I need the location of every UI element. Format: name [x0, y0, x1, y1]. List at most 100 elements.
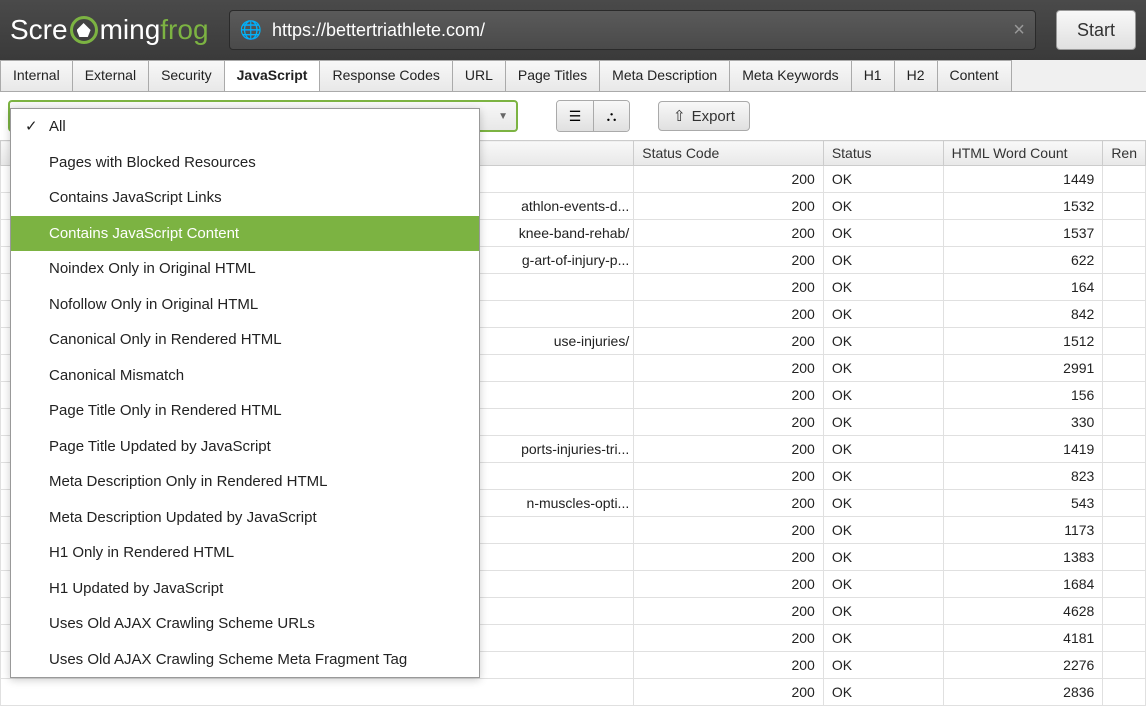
cell-status-code: 200: [634, 166, 824, 193]
filter-option[interactable]: H1 Only in Rendered HTML: [11, 535, 479, 571]
start-button[interactable]: Start: [1056, 10, 1136, 50]
tab-response-codes[interactable]: Response Codes: [319, 60, 452, 91]
list-view-button[interactable]: ☰: [557, 101, 593, 131]
url-bar[interactable]: 🌐 ×: [229, 10, 1036, 50]
cell-rendered: [1103, 247, 1146, 274]
filter-option[interactable]: Contains JavaScript Links: [11, 180, 479, 216]
cell-status: OK: [823, 382, 943, 409]
export-button[interactable]: ⇧ Export: [658, 101, 750, 131]
filter-option[interactable]: Contains JavaScript Content: [11, 216, 479, 252]
cell-status: OK: [823, 463, 943, 490]
cell-word-count: 330: [943, 409, 1103, 436]
cell-status: OK: [823, 544, 943, 571]
logo-frog-icon: [70, 16, 98, 44]
tab-url[interactable]: URL: [452, 60, 506, 91]
logo-text-a: Scre: [10, 14, 68, 46]
column-header[interactable]: HTML Word Count: [943, 141, 1103, 166]
tab-internal[interactable]: Internal: [0, 60, 73, 91]
cell-status-code: 200: [634, 490, 824, 517]
filter-option[interactable]: Page Title Updated by JavaScript: [11, 429, 479, 465]
filter-option[interactable]: Meta Description Only in Rendered HTML: [11, 464, 479, 500]
cell-rendered: [1103, 382, 1146, 409]
view-mode-group: ☰ ⛬: [556, 100, 630, 132]
cell-address: [1, 679, 634, 706]
filter-dropdown-menu: AllPages with Blocked ResourcesContains …: [10, 108, 480, 678]
logo-text-c: frog: [160, 14, 208, 46]
cell-status-code: 200: [634, 301, 824, 328]
cell-status-code: 200: [634, 355, 824, 382]
cell-status: OK: [823, 598, 943, 625]
cell-word-count: 1532: [943, 193, 1103, 220]
cell-status-code: 200: [634, 328, 824, 355]
tab-meta-keywords[interactable]: Meta Keywords: [729, 60, 851, 91]
cell-word-count: 156: [943, 382, 1103, 409]
cell-rendered: [1103, 355, 1146, 382]
cell-rendered: [1103, 328, 1146, 355]
tab-h2[interactable]: H2: [894, 60, 938, 91]
filter-option[interactable]: Canonical Only in Rendered HTML: [11, 322, 479, 358]
cell-status: OK: [823, 274, 943, 301]
cell-word-count: 1684: [943, 571, 1103, 598]
filter-option[interactable]: Canonical Mismatch: [11, 358, 479, 394]
cell-word-count: 1449: [943, 166, 1103, 193]
cell-status: OK: [823, 517, 943, 544]
cell-word-count: 842: [943, 301, 1103, 328]
filter-option[interactable]: Pages with Blocked Resources: [11, 145, 479, 181]
tab-external[interactable]: External: [72, 60, 149, 91]
filter-option[interactable]: Uses Old AJAX Crawling Scheme Meta Fragm…: [11, 642, 479, 678]
column-header[interactable]: Status Code: [634, 141, 824, 166]
cell-status: OK: [823, 220, 943, 247]
filter-option[interactable]: All: [11, 109, 479, 145]
cell-word-count: 4181: [943, 625, 1103, 652]
cell-status-code: 200: [634, 193, 824, 220]
cell-rendered: [1103, 598, 1146, 625]
tab-meta-description[interactable]: Meta Description: [599, 60, 730, 91]
cell-rendered: [1103, 301, 1146, 328]
filter-option[interactable]: Nofollow Only in Original HTML: [11, 287, 479, 323]
table-row[interactable]: 200OK2836: [1, 679, 1146, 706]
cell-rendered: [1103, 490, 1146, 517]
cell-status-code: 200: [634, 436, 824, 463]
cell-status-code: 200: [634, 544, 824, 571]
tab-h1[interactable]: H1: [851, 60, 895, 91]
cell-status-code: 200: [634, 409, 824, 436]
upload-icon: ⇧: [673, 107, 686, 125]
cell-word-count: 1173: [943, 517, 1103, 544]
cell-word-count: 2836: [943, 679, 1103, 706]
tab-security[interactable]: Security: [148, 60, 225, 91]
export-label: Export: [692, 108, 735, 125]
clear-icon[interactable]: ×: [1013, 19, 1025, 42]
cell-word-count: 2276: [943, 652, 1103, 679]
cell-status-code: 200: [634, 382, 824, 409]
cell-status-code: 200: [634, 247, 824, 274]
cell-rendered: [1103, 463, 1146, 490]
filter-option[interactable]: Uses Old AJAX Crawling Scheme URLs: [11, 606, 479, 642]
filter-option[interactable]: Meta Description Updated by JavaScript: [11, 500, 479, 536]
logo: Scre ming frog: [10, 14, 209, 46]
tab-page-titles[interactable]: Page Titles: [505, 60, 600, 91]
column-header[interactable]: Ren: [1103, 141, 1146, 166]
filter-option[interactable]: H1 Updated by JavaScript: [11, 571, 479, 607]
tab-content[interactable]: Content: [937, 60, 1012, 91]
cell-status: OK: [823, 355, 943, 382]
tree-view-button[interactable]: ⛬: [593, 101, 629, 131]
filter-option[interactable]: Page Title Only in Rendered HTML: [11, 393, 479, 429]
cell-rendered: [1103, 193, 1146, 220]
tab-javascript[interactable]: JavaScript: [224, 60, 321, 91]
filter-option[interactable]: Noindex Only in Original HTML: [11, 251, 479, 287]
cell-status-code: 200: [634, 598, 824, 625]
globe-icon: 🌐: [240, 20, 262, 41]
cell-rendered: [1103, 652, 1146, 679]
cell-status: OK: [823, 166, 943, 193]
cell-status: OK: [823, 328, 943, 355]
cell-status: OK: [823, 625, 943, 652]
cell-status: OK: [823, 652, 943, 679]
cell-status: OK: [823, 301, 943, 328]
cell-word-count: 1383: [943, 544, 1103, 571]
cell-status-code: 200: [634, 274, 824, 301]
column-header[interactable]: Status: [823, 141, 943, 166]
cell-status-code: 200: [634, 625, 824, 652]
cell-status: OK: [823, 490, 943, 517]
url-input[interactable]: [272, 20, 1003, 41]
cell-status: OK: [823, 679, 943, 706]
